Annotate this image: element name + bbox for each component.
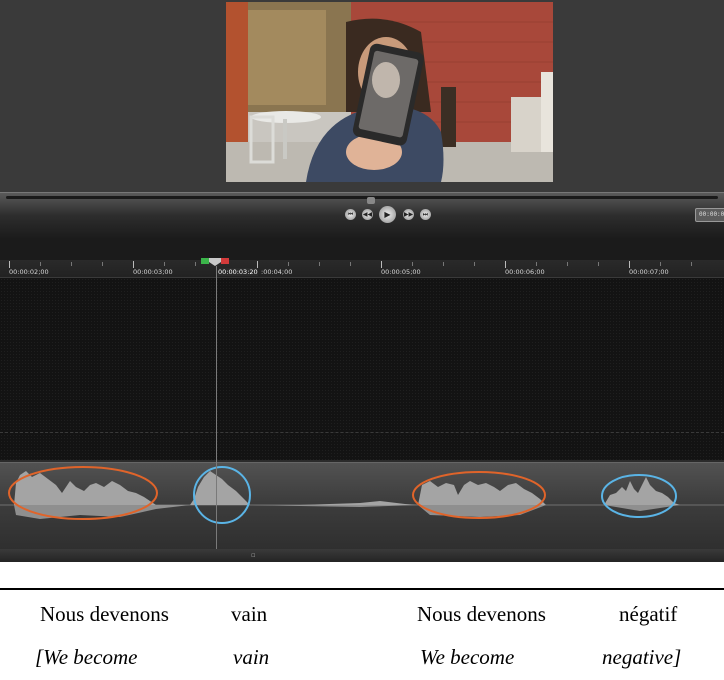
- figure-border: [0, 588, 724, 590]
- ruler-tick: [505, 261, 506, 268]
- timeline-scrollbar[interactable]: ▫: [0, 549, 724, 562]
- skip-forward-button[interactable]: ⏭: [420, 209, 431, 220]
- playhead-handle[interactable]: [201, 258, 229, 266]
- rewind-button[interactable]: ◀◀: [362, 209, 373, 220]
- ruler-tick: [133, 261, 134, 268]
- ruler-tick: [195, 262, 196, 266]
- english-word-3: We become: [420, 645, 515, 669]
- preview-scrubber[interactable]: [6, 196, 718, 204]
- ruler-tick: [536, 262, 537, 266]
- ruler-tick: [102, 262, 103, 266]
- track-divider: [0, 432, 724, 433]
- tick-label: 00:00:05;00: [381, 268, 421, 276]
- ruler-tick: [288, 262, 289, 266]
- ruler-tick: [257, 261, 258, 268]
- ruler-tick: [474, 262, 475, 266]
- ruler-tick: [412, 262, 413, 266]
- ruler-tick: [567, 262, 568, 266]
- ruler-tick: [443, 262, 444, 266]
- ruler-tick: [350, 262, 351, 266]
- ruler-tick: [691, 262, 692, 266]
- tick-label: 00:00:07;00: [629, 268, 669, 276]
- ruler-tick: [629, 261, 630, 268]
- english-word-1: [We become: [35, 645, 138, 669]
- tick-label: 00:00:02;00: [9, 268, 49, 276]
- french-word-4: négatif: [619, 602, 678, 626]
- tick-label: :00:04;00: [261, 268, 293, 276]
- toolbar-gap: [0, 238, 724, 260]
- video-preview-frame: [226, 2, 553, 182]
- english-word-4: negative]: [602, 645, 682, 669]
- fast-forward-button[interactable]: ▶▶: [403, 209, 414, 220]
- ruler-tick: [660, 262, 661, 266]
- tick-label: 00:00:06;00: [505, 268, 545, 276]
- playhead-time-label: 00:00:03:20: [218, 268, 258, 276]
- audio-track[interactable]: [0, 462, 724, 549]
- video-editor: ⏮ ◀◀ ▶ ▶▶ ⏭ 00:00:03:2 00:00:02;00 00:00…: [0, 0, 724, 562]
- ruler-tick: [598, 262, 599, 266]
- ruler-tick: [71, 262, 72, 266]
- time-display[interactable]: 00:00:03:2: [695, 208, 724, 222]
- english-word-2: vain: [233, 645, 270, 669]
- ruler-tick: [381, 261, 382, 268]
- playhead-line: [216, 266, 217, 550]
- ruler-tick: [40, 262, 41, 266]
- skip-back-button[interactable]: ⏮: [345, 209, 356, 220]
- audio-waveform: [0, 466, 724, 524]
- french-word-3: Nous devenons: [417, 602, 546, 626]
- tick-label: 00:00:03;00: [133, 268, 173, 276]
- french-word-1: Nous devenons: [40, 602, 169, 626]
- resize-grip-icon[interactable]: ▫: [251, 551, 256, 559]
- preview-area: [0, 0, 724, 192]
- ruler-tick: [9, 261, 10, 268]
- playback-controls: ⏮ ◀◀ ▶ ▶▶ ⏭ 00:00:03:2: [0, 192, 724, 238]
- ruler-tick: [319, 262, 320, 266]
- french-word-2: vain: [231, 602, 268, 626]
- scrubber-knob[interactable]: [367, 197, 375, 204]
- ruler-tick: [164, 262, 165, 266]
- timeline-ruler[interactable]: 00:00:02;00 00:00:03;00 :00:04;00 00:00:…: [0, 260, 724, 278]
- play-button[interactable]: ▶: [379, 206, 396, 223]
